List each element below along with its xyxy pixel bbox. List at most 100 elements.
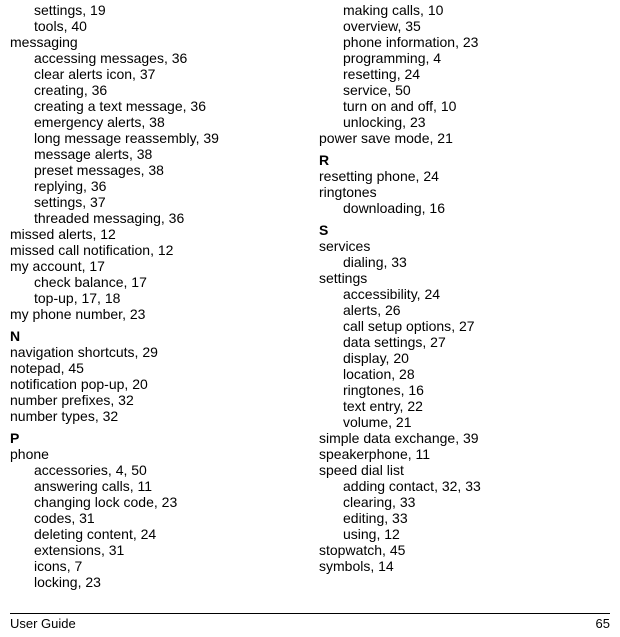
- index-subentry: call setup options, 27: [319, 318, 610, 334]
- index-page-ref: 29: [142, 344, 158, 360]
- index-section-letter: N: [10, 328, 301, 344]
- index-columns: settings, 19tools, 40messagingaccessing …: [10, 2, 610, 606]
- index-term: editing: [343, 510, 384, 526]
- index-page-ref: 24: [423, 168, 439, 184]
- index-page-ref: 40: [71, 18, 87, 34]
- index-term: clear alerts icon: [34, 66, 132, 82]
- index-term: data settings: [343, 334, 422, 350]
- index-page-ref: 17, 18: [81, 290, 120, 306]
- index-term: location: [343, 366, 391, 382]
- index-page-ref: 16: [408, 382, 424, 398]
- index-term: stopwatch: [319, 542, 382, 558]
- index-page-ref: 23: [85, 574, 101, 590]
- index-subentry: display, 20: [319, 350, 610, 366]
- index-term: settings: [319, 270, 367, 286]
- index-page-ref: 23: [410, 114, 426, 130]
- index-term: call setup options: [343, 318, 451, 334]
- index-subentry: settings, 37: [10, 194, 301, 210]
- index-section-letter: R: [319, 152, 610, 168]
- index-term: accessories: [34, 462, 108, 478]
- index-letter-label: P: [10, 430, 19, 446]
- index-subentry: icons, 7: [10, 558, 301, 574]
- index-page-ref: 10: [441, 98, 457, 114]
- index-subentry: data settings, 27: [319, 334, 610, 350]
- index-page-ref: 12: [384, 526, 400, 542]
- index-subentry: long message reassembly, 39: [10, 130, 301, 146]
- index-term: deleting content: [34, 526, 133, 542]
- index-term: accessing messages: [34, 50, 164, 66]
- index-term: creating a text message: [34, 98, 183, 114]
- index-page-ref: 23: [463, 34, 479, 50]
- index-term: number prefixes: [10, 392, 110, 408]
- index-term: ringtones: [319, 184, 377, 200]
- index-term: creating: [34, 82, 84, 98]
- index-subentry: downloading, 16: [319, 200, 610, 216]
- index-subentry: clearing, 33: [319, 494, 610, 510]
- page-footer: User Guide 65: [10, 613, 610, 631]
- index-entry: missed call notification, 12: [10, 242, 301, 258]
- index-page-ref: 12: [158, 242, 174, 258]
- index-page-ref: 4: [433, 50, 441, 66]
- index-letter-label: S: [319, 222, 328, 238]
- index-term: check balance: [34, 274, 124, 290]
- index-term: notepad: [10, 360, 61, 376]
- index-term: preset messages: [34, 162, 141, 178]
- index-page-ref: 32: [103, 408, 119, 424]
- index-term: extensions: [34, 542, 101, 558]
- index-page-ref: 22: [407, 398, 423, 414]
- index-term: settings: [34, 2, 82, 18]
- index-subentry: tools, 40: [10, 18, 301, 34]
- index-entry: symbols, 14: [319, 558, 610, 574]
- index-page-ref: 4, 50: [116, 462, 147, 478]
- index-page-ref: 38: [149, 114, 165, 130]
- index-page-ref: 35: [405, 18, 421, 34]
- index-column-left: settings, 19tools, 40messagingaccessing …: [10, 2, 301, 606]
- index-page: settings, 19tools, 40messagingaccessing …: [0, 0, 620, 637]
- index-page-ref: 23: [130, 306, 146, 322]
- index-term: display: [343, 350, 386, 366]
- index-subentry: alerts, 26: [319, 302, 610, 318]
- footer-title: User Guide: [10, 616, 76, 631]
- index-entry: number prefixes, 32: [10, 392, 301, 408]
- index-page-ref: 24: [404, 66, 420, 82]
- index-subentry: codes, 31: [10, 510, 301, 526]
- index-subentry: creating, 36: [10, 82, 301, 98]
- index-term: phone: [10, 446, 49, 462]
- index-page-ref: 36: [92, 82, 108, 98]
- index-subentry: resetting, 24: [319, 66, 610, 82]
- index-term: settings: [34, 194, 82, 210]
- index-term: downloading: [343, 200, 422, 216]
- index-term: missed alerts: [10, 226, 92, 242]
- index-page-ref: 11: [416, 446, 431, 462]
- index-term: notification pop-up: [10, 376, 124, 392]
- index-column-right: making calls, 10overview, 35phone inform…: [319, 2, 610, 606]
- index-subentry: dialing, 33: [319, 254, 610, 270]
- index-entry: speakerphone, 11: [319, 446, 610, 462]
- index-page-ref: 7: [74, 558, 82, 574]
- index-entry: navigation shortcuts, 29: [10, 344, 301, 360]
- index-subentry: top-up, 17, 18: [10, 290, 301, 306]
- index-subentry: preset messages, 38: [10, 162, 301, 178]
- index-term: programming: [343, 50, 425, 66]
- index-page-ref: 33: [391, 254, 407, 270]
- index-page-ref: 45: [68, 360, 84, 376]
- index-subentry: adding contact, 32, 33: [319, 478, 610, 494]
- index-section-letter: P: [10, 430, 301, 446]
- index-subentry: accessing messages, 36: [10, 50, 301, 66]
- index-entry: ringtones: [319, 184, 610, 200]
- index-term: my phone number: [10, 306, 122, 322]
- index-term: speed dial list: [319, 462, 404, 478]
- index-page-ref: 32, 33: [442, 478, 481, 494]
- index-subentry: deleting content, 24: [10, 526, 301, 542]
- index-page-ref: 11: [138, 478, 153, 494]
- index-subentry: using, 12: [319, 526, 610, 542]
- index-page-ref: 21: [396, 414, 412, 430]
- index-page-ref: 36: [169, 210, 185, 226]
- index-subentry: location, 28: [319, 366, 610, 382]
- index-page-ref: 28: [399, 366, 415, 382]
- index-subentry: replying, 36: [10, 178, 301, 194]
- index-page-ref: 33: [392, 510, 408, 526]
- index-page-ref: 27: [430, 334, 446, 350]
- index-entry: notepad, 45: [10, 360, 301, 376]
- index-subentry: ringtones, 16: [319, 382, 610, 398]
